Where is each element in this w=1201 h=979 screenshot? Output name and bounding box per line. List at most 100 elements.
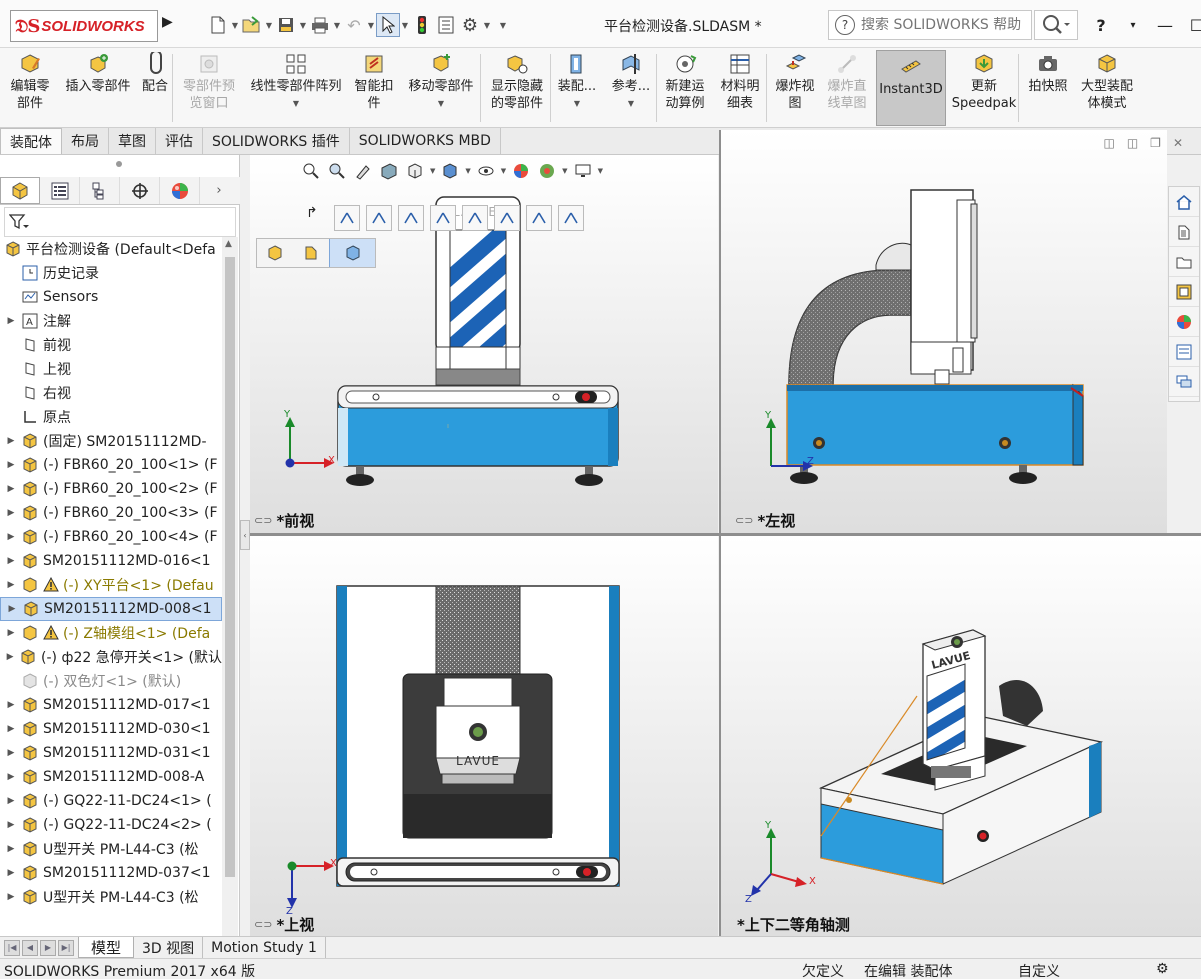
viewport-next-icon[interactable]: ◫ [1127,136,1138,150]
expand-arrow-icon[interactable]: ▶ [5,748,17,758]
ribbon-mate-button[interactable]: 配合 [138,52,172,124]
expand-arrow-icon[interactable]: ▶ [6,604,18,614]
tab-model[interactable]: 模型 [78,937,135,958]
tree-item[interactable]: ▶ SM20151112MD-017<1 [0,693,222,717]
expand-arrow-icon[interactable]: ▶ [5,436,17,446]
expand-arrow-icon[interactable]: ▶ [5,484,17,494]
maximize-icon[interactable]: ☐ [1184,12,1201,38]
expand-arrow-icon[interactable]: ▶ [5,892,17,902]
apply-scene-icon[interactable] [536,160,558,182]
minimize-window-icon[interactable]: — [1152,12,1178,38]
expand-arrow-icon[interactable]: ▶ [5,532,17,542]
forum-icon[interactable] [1169,367,1199,397]
tree-item[interactable]: ▶ (-) XY平台<1> (Defau [0,573,222,597]
viewport-restore-icon[interactable]: ❐ [1150,136,1161,150]
link-views-icon[interactable]: ⊂⊃ [735,514,753,527]
command-tab-2[interactable]: 草图 [109,128,156,154]
ribbon-new-motion-study-button[interactable]: 新建运 动算例 [662,52,708,124]
view-orientation-dropdown-icon[interactable]: ▼ [430,167,435,175]
custom-properties-icon[interactable] [1169,337,1199,367]
tab-motion-study[interactable]: Motion Study 1 [203,937,326,958]
tree-item[interactable]: 前视 [0,333,222,357]
reference-geometry-dropdown-icon[interactable]: ▼ [628,95,634,112]
hide-show-dropdown-icon[interactable]: ▼ [501,167,506,175]
ribbon-take-snapshot-button[interactable]: 拍快照 [1026,52,1070,124]
command-tab-4[interactable]: SOLIDWORKS 插件 [203,128,350,154]
tree-item[interactable]: ▶ (-) FBR60_20_100<2> (F [0,477,222,501]
menu-expand-arrow-icon[interactable]: ▶ [162,14,174,36]
tree-item[interactable]: ▶ U型开关 PM-L44-C3 (松 [0,837,222,861]
configuration-manager-tab[interactable] [80,177,120,204]
select-arrow-icon[interactable] [376,13,400,37]
scroll-up-arrow-icon[interactable]: ▲ [225,239,232,249]
toolbar-arrow-icon[interactable]: ↱ [306,205,328,227]
open-dropdown-icon[interactable]: ▼ [264,21,274,30]
tree-item[interactable]: 历史记录 [0,261,222,285]
expand-arrow-icon[interactable]: ▶ [5,700,17,710]
tree-item[interactable]: ▶ SM20151112MD-031<1 [0,741,222,765]
link-views-icon[interactable]: ⊂⊃ [254,918,272,931]
normal-to-icon[interactable] [334,205,360,231]
expand-arrow-icon[interactable]: ▶ [5,556,17,566]
expand-arrow-icon[interactable]: ▶ [5,580,17,590]
display-style-dropdown-icon[interactable]: ▼ [465,167,470,175]
viewport-close-icon[interactable]: ✕ [1173,136,1183,150]
breadcrumb-part-icon[interactable] [329,239,375,267]
last-tab-icon[interactable]: ▶| [58,939,74,956]
view-isometric-icon[interactable] [558,205,584,231]
tree-item[interactable]: 上视 [0,357,222,381]
ribbon-assembly-features-button[interactable]: 装配... ▼ [556,52,598,124]
status-units[interactable]: 自定义 [1018,961,1060,979]
command-tab-0[interactable]: 装配体 [0,128,62,154]
expand-arrow-icon[interactable]: ▶ [5,724,17,734]
undo-dropdown-icon[interactable]: ▼ [366,21,376,30]
feature-tree-tab[interactable] [0,177,40,204]
ribbon-instant3d-button[interactable]: Instant3D [876,50,946,126]
command-tab-5[interactable]: SOLIDWORKS MBD [349,128,501,154]
panel-collapse-handle[interactable]: ‹ [240,520,250,550]
expand-arrow-icon[interactable]: ▶ [5,844,17,854]
tree-item[interactable]: ▶ SM20151112MD-016<1 [0,549,222,573]
ribbon-move-component-button[interactable]: 移动零部件 ▼ [404,52,478,124]
view-left-icon[interactable] [430,205,456,231]
viewport-top[interactable]: LAVUE X Z ⊂⊃ *上视 [250,536,718,936]
open-icon[interactable] [240,13,264,37]
save-dropdown-icon[interactable]: ▼ [298,21,308,30]
tree-item[interactable]: ▶ (-) ф22 急停开关<1> (默认 [0,645,222,669]
tree-item[interactable]: ▶ A 注解 [0,309,222,333]
help-menu-icon[interactable]: ? [1088,12,1114,38]
tree-item[interactable]: ▶ SM20151112MD-008-A [0,765,222,789]
breadcrumb-subassembly-icon[interactable] [293,239,329,267]
tree-item[interactable]: (-) 双色灯<1> (默认) [0,669,222,693]
tree-filter[interactable] [4,207,236,237]
view-orientation-icon[interactable] [404,160,426,182]
tree-scrollbar[interactable]: ▲ [222,237,238,937]
tree-item[interactable]: ▶ SM20151112MD-037<1 [0,861,222,885]
property-manager-tab[interactable] [40,177,80,204]
tab-scroll-right-icon[interactable]: › [200,177,238,204]
prev-tab-icon[interactable]: ◀ [22,939,38,956]
expand-arrow-icon[interactable]: ▶ [5,772,17,782]
viewport-prev-icon[interactable]: ◫ [1103,136,1114,150]
ribbon-show-hidden-button[interactable]: 显示隐藏 的零部件 [486,52,548,124]
scroll-thumb[interactable] [225,257,235,877]
tree-item[interactable]: ▶ (-) FBR60_20_100<4> (F [0,525,222,549]
move-component-dropdown-icon[interactable]: ▼ [438,95,444,112]
viewport-trimetric[interactable]: LAVUE Y X Z *上下二等角轴测 [721,536,1201,936]
new-dropdown-icon[interactable]: ▼ [230,21,240,30]
edit-appearance-icon[interactable] [510,160,532,182]
linear-pattern-dropdown-icon[interactable]: ▼ [293,95,299,112]
undo-icon[interactable]: ↶ [342,13,366,37]
rebuild-status-icon[interactable]: ⚙ [1156,961,1169,977]
expand-arrow-icon[interactable]: ▶ [5,460,17,470]
print-icon[interactable] [308,13,332,37]
previous-view-icon[interactable] [352,160,374,182]
expand-arrow-icon[interactable]: ▶ [5,628,17,638]
tree-item[interactable]: 右视 [0,381,222,405]
next-tab-icon[interactable]: ▶ [40,939,56,956]
tree-item[interactable]: 原点 [0,405,222,429]
tree-item[interactable]: ▶ (-) FBR60_20_100<1> (F [0,453,222,477]
ribbon-explode-line-sketch-button[interactable]: 爆炸直 线草图 [824,52,870,124]
viewport-left[interactable]: Y Z ⊂⊃ *左视 [721,130,1167,533]
customize-dropdown-icon[interactable]: ▼ [498,21,508,30]
